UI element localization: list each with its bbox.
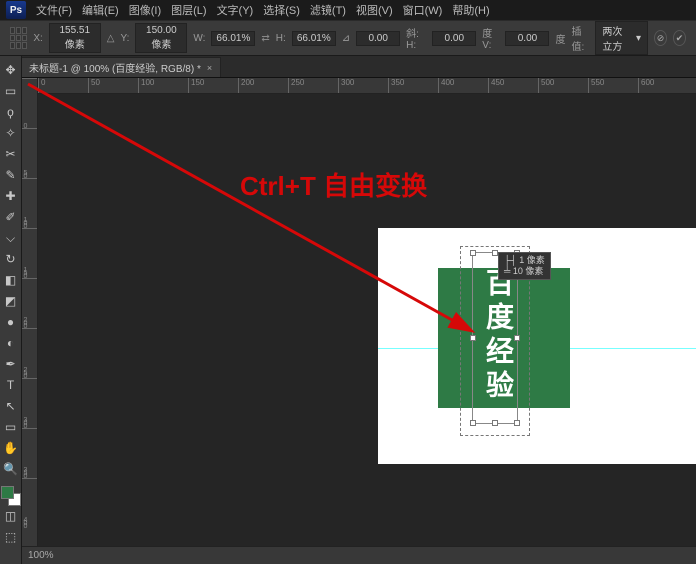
interp-label: 插值: bbox=[571, 23, 589, 53]
menu-type[interactable]: 文字(Y) bbox=[217, 2, 254, 18]
tool-gradient[interactable]: ◩ bbox=[1, 291, 21, 311]
tool-dodge[interactable]: ◐ bbox=[1, 333, 21, 353]
tool-blur[interactable]: ● bbox=[1, 312, 21, 332]
x-label: X: bbox=[33, 33, 42, 44]
w-field[interactable]: 66.01% bbox=[211, 31, 255, 46]
chevron-down-icon: ▾ bbox=[636, 33, 641, 44]
tool-zoom[interactable]: 🔍 bbox=[1, 459, 21, 479]
info-tip-line1: ├┤ 1 像素 bbox=[504, 255, 545, 266]
info-tip-line2: ╧ 10 像素 bbox=[504, 266, 545, 277]
menu-window[interactable]: 窗口(W) bbox=[403, 2, 443, 18]
menu-edit[interactable]: 编辑(E) bbox=[82, 2, 119, 18]
x-field[interactable]: 155.51 像素 bbox=[49, 23, 101, 53]
menu-select[interactable]: 选择(S) bbox=[263, 2, 300, 18]
rotate-field[interactable]: 0.00 bbox=[356, 31, 400, 46]
color-swatches[interactable] bbox=[1, 486, 21, 506]
tool-hand[interactable]: ✋ bbox=[1, 438, 21, 458]
transform-handle[interactable] bbox=[514, 335, 520, 341]
canvas-document[interactable]: 百度经验 ├┤ 1 像素 ╧ 10 像素 bbox=[378, 228, 696, 464]
tool-crop[interactable]: ✂ bbox=[1, 144, 21, 164]
tool-eraser[interactable]: ◧ bbox=[1, 270, 21, 290]
interp-value: 两次立方 bbox=[602, 23, 632, 53]
w-label: W: bbox=[193, 33, 205, 44]
skew-h-field[interactable]: 0.00 bbox=[432, 31, 476, 46]
commit-transform-button[interactable]: ✔ bbox=[673, 30, 686, 46]
tool-shape[interactable]: ▭ bbox=[1, 417, 21, 437]
tool-stamp[interactable]: ⌵ bbox=[1, 228, 21, 248]
foreground-color-swatch[interactable] bbox=[1, 486, 14, 499]
document-tab[interactable]: 未标题-1 @ 100% (百度经验, RGB/8) * × bbox=[20, 57, 221, 77]
menu-help[interactable]: 帮助(H) bbox=[452, 2, 489, 18]
menu-layer[interactable]: 图层(L) bbox=[171, 2, 206, 18]
transform-handle[interactable] bbox=[470, 335, 476, 341]
menu-file[interactable]: 文件(F) bbox=[36, 2, 72, 18]
skew-h-label: 斜: H: bbox=[406, 25, 426, 51]
tool-panel: ✥ ▭ ϙ ✧ ✂ ✎ ✚ ✐ ⌵ ↻ ◧ ◩ ● ◐ ✒ T ↖ ▭ ✋ 🔍 … bbox=[0, 56, 22, 564]
tool-history[interactable]: ↻ bbox=[1, 249, 21, 269]
tool-move[interactable]: ✥ bbox=[1, 60, 21, 80]
transform-handle[interactable] bbox=[470, 250, 476, 256]
triangle-icon: △ bbox=[107, 33, 115, 44]
menu-image[interactable]: 图像(I) bbox=[129, 2, 161, 18]
skew-v-field[interactable]: 0.00 bbox=[505, 31, 549, 46]
tool-magic-wand[interactable]: ✧ bbox=[1, 123, 21, 143]
link-icon[interactable]: ⇄ bbox=[261, 33, 269, 44]
h-field[interactable]: 66.01% bbox=[292, 31, 336, 46]
rotate-label: ⊿ bbox=[342, 33, 350, 44]
tab-title: 未标题-1 @ 100% (百度经验, RGB/8) * bbox=[29, 60, 201, 75]
y-label: Y: bbox=[120, 33, 129, 44]
annotation-text: Ctrl+T 自由变换 bbox=[240, 166, 427, 203]
interp-dropdown[interactable]: 两次立方 ▾ bbox=[595, 21, 648, 55]
tool-eyedropper[interactable]: ✎ bbox=[1, 165, 21, 185]
h-label: H: bbox=[276, 33, 286, 44]
tool-type[interactable]: T bbox=[1, 375, 21, 395]
skew-v-label: 度 V: bbox=[482, 25, 499, 51]
close-icon[interactable]: × bbox=[207, 63, 212, 73]
ruler-vertical[interactable]: 0 50 100 150 200 250 300 350 400 bbox=[22, 78, 38, 564]
transform-anchor-grid[interactable] bbox=[10, 27, 27, 49]
ruler-horizontal[interactable]: 0 50 100 150 200 250 300 350 400 450 500… bbox=[38, 78, 696, 94]
tool-screenmode[interactable]: ⬚ bbox=[1, 527, 21, 547]
transform-handle[interactable] bbox=[470, 420, 476, 426]
y-field[interactable]: 150.00 像素 bbox=[135, 23, 187, 53]
transform-handle[interactable] bbox=[492, 420, 498, 426]
transform-handle[interactable] bbox=[514, 420, 520, 426]
transform-info-tooltip: ├┤ 1 像素 ╧ 10 像素 bbox=[498, 252, 551, 280]
tab-bar: 未标题-1 @ 100% (百度经验, RGB/8) * × bbox=[0, 56, 696, 78]
tool-quickmask[interactable]: ◫ bbox=[1, 506, 21, 526]
zoom-level[interactable]: 100% bbox=[28, 550, 54, 561]
tool-lasso[interactable]: ϙ bbox=[1, 102, 21, 122]
tool-path[interactable]: ↖ bbox=[1, 396, 21, 416]
tool-pen[interactable]: ✒ bbox=[1, 354, 21, 374]
menu-view[interactable]: 视图(V) bbox=[356, 2, 393, 18]
status-bar: 100% bbox=[22, 546, 696, 564]
cancel-transform-button[interactable]: ⊘ bbox=[654, 30, 667, 46]
app-logo: Ps bbox=[6, 1, 26, 19]
skew-unit: 度 bbox=[555, 31, 565, 46]
tool-heal[interactable]: ✚ bbox=[1, 186, 21, 206]
menu-filter[interactable]: 滤镜(T) bbox=[310, 2, 346, 18]
options-bar: X: 155.51 像素 △ Y: 150.00 像素 W: 66.01% ⇄ … bbox=[0, 20, 696, 56]
tool-marquee[interactable]: ▭ bbox=[1, 81, 21, 101]
tool-brush[interactable]: ✐ bbox=[1, 207, 21, 227]
menu-bar: Ps 文件(F) 编辑(E) 图像(I) 图层(L) 文字(Y) 选择(S) 滤… bbox=[0, 0, 696, 20]
